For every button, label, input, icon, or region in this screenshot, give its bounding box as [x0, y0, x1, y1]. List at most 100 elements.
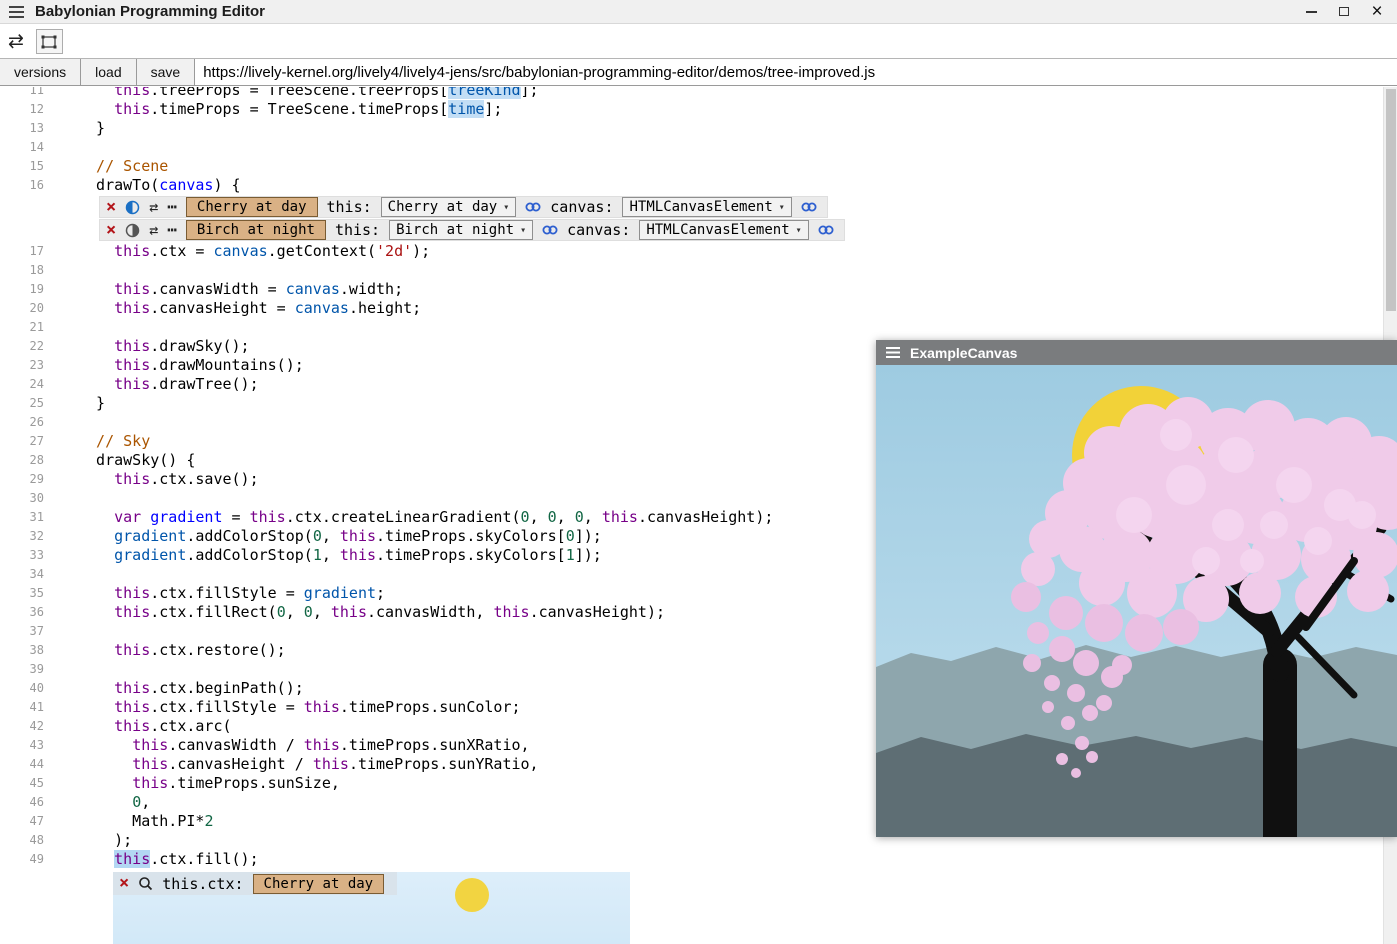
- probe-delete-icon[interactable]: ×: [106, 199, 116, 216]
- code-line[interactable]: 15 // Scene: [0, 157, 1397, 176]
- line-number: 33: [0, 546, 44, 565]
- line-number: 27: [0, 432, 44, 451]
- link-icon[interactable]: [542, 224, 558, 236]
- line-number: 44: [0, 755, 44, 774]
- line-number: 24: [0, 375, 44, 394]
- minimize-icon: [1306, 11, 1317, 13]
- sun-shape: [455, 878, 489, 912]
- title-bar: Babylonian Programming Editor ×: [0, 0, 1397, 24]
- line-number: 35: [0, 584, 44, 603]
- line-number: 47: [0, 812, 44, 831]
- code-line[interactable]: 12 this.timeProps = TreeScene.timeProps[…: [0, 100, 1397, 119]
- link-icon[interactable]: [818, 224, 834, 236]
- probe-delete-icon[interactable]: ×: [119, 875, 129, 892]
- hamburger-menu-icon[interactable]: [886, 347, 900, 358]
- probe-this-label: this:: [335, 221, 380, 239]
- save-button[interactable]: save: [137, 59, 196, 85]
- probe-target-label: this.ctx:: [162, 875, 243, 893]
- example-window-title: ExampleCanvas: [910, 345, 1017, 361]
- probe-toggle-off-icon[interactable]: [125, 223, 140, 238]
- hamburger-menu-icon[interactable]: [9, 6, 24, 18]
- line-number: 31: [0, 508, 44, 527]
- probe-more-icon[interactable]: ⋯: [167, 222, 177, 238]
- line-number: 29: [0, 470, 44, 489]
- line-number: 26: [0, 413, 44, 432]
- line-number: 41: [0, 698, 44, 717]
- dropdown-value: HTMLCanvasElement: [629, 199, 772, 215]
- swap-tool-button[interactable]: ⇄: [8, 32, 24, 51]
- line-number: 25: [0, 394, 44, 413]
- line-number: 34: [0, 565, 44, 584]
- versions-button[interactable]: versions: [0, 59, 81, 85]
- magnifier-icon[interactable]: [138, 876, 153, 891]
- line-number: 21: [0, 318, 44, 337]
- line-number: 37: [0, 622, 44, 641]
- example-chip[interactable]: Cherry at day: [186, 197, 318, 217]
- example-chip[interactable]: Birch at night: [186, 220, 326, 240]
- probe-more-icon[interactable]: ⋯: [167, 199, 177, 215]
- toolbar: ⇄: [0, 25, 1397, 58]
- chevron-down-icon: ▾: [779, 202, 785, 213]
- probe-row: × ⇄ ⋯ Birch at night this: Birch at nigh…: [99, 219, 845, 241]
- probe-delete-icon[interactable]: ×: [106, 222, 116, 239]
- code-lines-top: 11 this.treeProps = TreeScene.treeProps[…: [0, 87, 1397, 195]
- code-line[interactable]: 14: [0, 138, 1397, 157]
- line-number: 19: [0, 280, 44, 299]
- probe-swap-icon[interactable]: ⇄: [149, 223, 158, 238]
- line-number: 28: [0, 451, 44, 470]
- link-icon[interactable]: [525, 201, 541, 213]
- code-line[interactable]: 11 this.treeProps = TreeScene.treeProps[…: [0, 87, 1397, 100]
- dropdown-value: Birch at night: [396, 222, 514, 238]
- example-canvas-drawing: [876, 365, 1397, 837]
- this-value-dropdown[interactable]: Cherry at day ▾: [381, 197, 517, 217]
- line-number: 13: [0, 119, 44, 138]
- line-number: 20: [0, 299, 44, 318]
- babylonian-editor-app: Babylonian Programming Editor × ⇄ versio…: [0, 0, 1397, 944]
- selection-tool-button[interactable]: [36, 29, 63, 54]
- probe-swap-icon[interactable]: ⇄: [149, 200, 158, 215]
- code-line[interactable]: 13 }: [0, 119, 1397, 138]
- probe-toggle-on-icon[interactable]: [125, 200, 140, 215]
- load-button[interactable]: load: [81, 59, 136, 85]
- code-line[interactable]: 18: [0, 261, 1397, 280]
- line-number: 38: [0, 641, 44, 660]
- line-number: 23: [0, 356, 44, 375]
- url-input[interactable]: [195, 59, 1397, 85]
- scrollbar-thumb[interactable]: [1386, 89, 1396, 311]
- this-value-dropdown[interactable]: Birch at night ▾: [389, 220, 533, 240]
- code-line[interactable]: 21: [0, 318, 1397, 337]
- code-line[interactable]: 49 this.ctx.fill();: [0, 850, 1397, 869]
- canvas-value-dropdown[interactable]: HTMLCanvasElement ▾: [639, 220, 808, 240]
- code-line[interactable]: 19 this.canvasWidth = canvas.width;: [0, 280, 1397, 299]
- probe-row: × ⇄ ⋯ Cherry at day this: Cherry at day …: [99, 196, 828, 218]
- probe-this-label: this:: [327, 198, 372, 216]
- minimize-button[interactable]: [1299, 2, 1323, 22]
- marquee-icon: [40, 34, 58, 50]
- probe-canvas-label: canvas:: [550, 198, 613, 216]
- probe-result-row: × this.ctx: Cherry at day: [113, 872, 397, 895]
- line-number: 48: [0, 831, 44, 850]
- example-canvas-window: ExampleCanvas: [876, 340, 1397, 837]
- maximize-button[interactable]: [1332, 2, 1356, 22]
- close-button[interactable]: ×: [1365, 2, 1389, 22]
- probe-canvas-label: canvas:: [567, 221, 630, 239]
- line-number: 22: [0, 337, 44, 356]
- code-line[interactable]: 20 this.canvasHeight = canvas.height;: [0, 299, 1397, 318]
- line-number: 12: [0, 100, 44, 119]
- line-number: 36: [0, 603, 44, 622]
- line-number: 14: [0, 138, 44, 157]
- line-number: 46: [0, 793, 44, 812]
- window-controls: ×: [1299, 2, 1397, 22]
- code-line[interactable]: 16 drawTo(canvas) {: [0, 176, 1397, 195]
- code-line[interactable]: 17 this.ctx = canvas.getContext('2d');: [0, 242, 1397, 261]
- example-chip[interactable]: Cherry at day: [253, 874, 385, 894]
- dropdown-value: HTMLCanvasElement: [646, 222, 789, 238]
- near-mountains-shape: [876, 734, 1397, 837]
- line-number: 39: [0, 660, 44, 679]
- link-icon[interactable]: [801, 201, 817, 213]
- example-window-titlebar[interactable]: ExampleCanvas: [876, 340, 1397, 365]
- canvas-value-dropdown[interactable]: HTMLCanvasElement ▾: [622, 197, 791, 217]
- probe-block: × ⇄ ⋯ Cherry at day this: Cherry at day …: [0, 195, 1397, 242]
- line-number: 16: [0, 176, 44, 195]
- chevron-down-icon: ▾: [796, 225, 802, 236]
